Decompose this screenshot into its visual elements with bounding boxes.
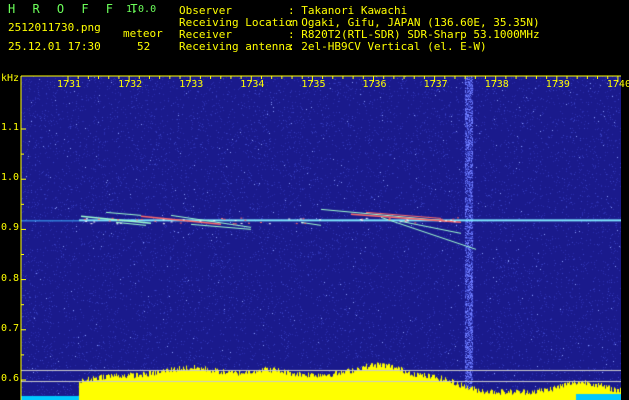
app-logo: H R O F F T [8,2,143,16]
axis-frame [20,75,621,400]
file-name: 2512011730.png [8,21,101,34]
timestamp: 25.12.01 17:30 [8,40,101,53]
antenna-value: : 2el-HB9CV Vertical (el. E-W) [288,40,487,53]
antenna-label: Receiving antenna [179,40,292,53]
meteor-count: 52 [137,40,151,53]
meteor-label: meteor [123,27,163,40]
app-version: 1.0.0 [126,4,157,15]
header-panel: H R O F F T 1.0.0 2512011730.png 25.12.0… [0,0,629,70]
